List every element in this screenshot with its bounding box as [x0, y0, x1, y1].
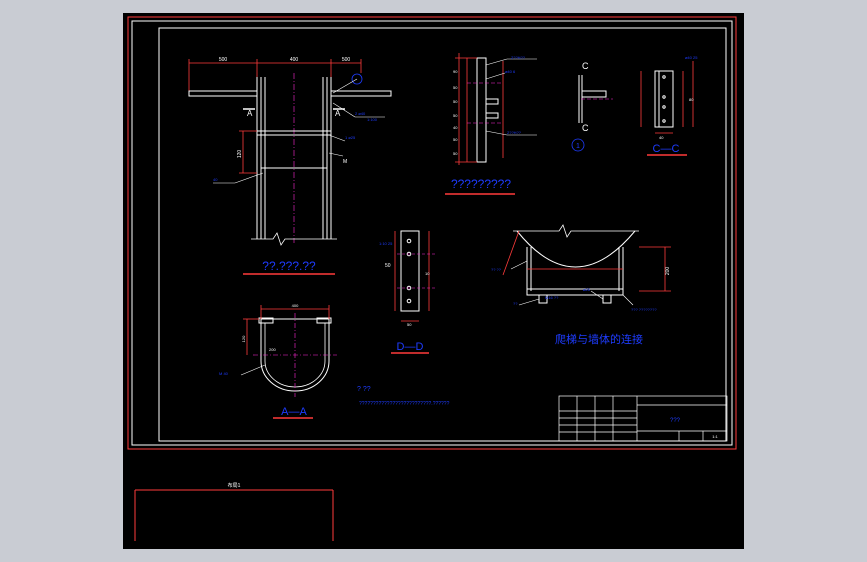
drawing-notes: ? ?? ??????????????????????????.?????? — [357, 386, 450, 407]
side-detail-outline — [476, 57, 499, 163]
section-aa-leader — [240, 364, 266, 376]
side-dim-1: 90 — [453, 69, 458, 74]
connection-ladder-arc — [516, 230, 636, 268]
elevation-callout-3: 1 ⌀25 — [345, 135, 356, 140]
section-aa-dims — [243, 305, 330, 355]
side-dim-3: 50 — [453, 99, 458, 104]
section-aa-view[interactable]: 400 120 M 40 200 A—A — [219, 303, 337, 419]
section-mark-a-right: A — [335, 109, 341, 118]
section-aa-dim-top: 400 — [292, 303, 299, 308]
elevation-view[interactable]: 500 400 500 120 A A 2 ⌀40 1:100 1 ⌀25 40… — [188, 57, 392, 275]
notes-heading: ? ?? — [357, 386, 371, 393]
section-cc-dims — [640, 61, 694, 134]
section-dd-dim-2: 10 — [425, 271, 430, 276]
connection-dims — [502, 230, 671, 292]
section-cc-label: ⌀40 25 — [685, 55, 698, 60]
section-dd-view[interactable]: 1:10 25 50 10 50 D—D — [379, 230, 435, 354]
section-c-mark-top: C — [582, 61, 589, 71]
elevation-dim-1: 500 — [219, 57, 228, 63]
section-c-view[interactable]: C C 1 — [571, 61, 613, 152]
notes-body: ??????????????????????????.?????? — [359, 401, 450, 407]
side-dim-7: 50 — [453, 151, 458, 156]
layout-tab[interactable]: 布局1 — [134, 482, 334, 541]
section-cc-caption: C—C — [653, 143, 680, 155]
side-dim-2: 50 — [453, 85, 458, 90]
connection-label-4: ?? — [513, 301, 518, 306]
side-detail-dimensions — [455, 53, 504, 165]
side-detail-caption: ????????? — [451, 177, 511, 191]
elevation-callout-4: 40 — [213, 177, 218, 182]
section-dd-dim-1: 50 — [385, 263, 391, 269]
section-aa-callout: M 40 — [219, 371, 229, 376]
side-label-1: 2??H?? — [511, 55, 526, 60]
elevation-callout-2: 1:100 — [367, 117, 378, 122]
section-dd-label: 1:10 25 — [379, 241, 393, 246]
section-aa-inner-label: 200 — [269, 347, 276, 352]
elevation-side-dim: 120 — [237, 150, 243, 159]
elevation-arms — [188, 90, 392, 97]
elevation-dim-3: 500 — [342, 57, 351, 63]
elevation-top-dimensions — [188, 59, 362, 93]
side-label-3: 2??H?? — [507, 130, 522, 135]
side-dim-5: 40 — [453, 125, 458, 130]
side-label-2: ⌀40 6 — [505, 69, 516, 74]
connection-label-3: ⌀25 — [583, 287, 591, 292]
title-block[interactable] — [558, 395, 728, 442]
side-detail-view[interactable]: 90 50 50 50 40 50 50 2??H?? ⌀40 6 2??H??… — [445, 53, 537, 195]
section-c-detail-no: 1 — [576, 143, 580, 150]
side-dim-4: 50 — [453, 113, 458, 118]
connection-dim-right: 200 — [665, 267, 671, 276]
elevation-break-line — [251, 232, 337, 246]
section-cc-outline — [654, 70, 674, 128]
elevation-callout-5: M — [343, 159, 347, 165]
cad-viewport[interactable]: 500 400 500 120 A A 2 ⌀40 1:100 1 ⌀25 40… — [123, 13, 744, 549]
connection-break-line — [513, 224, 639, 238]
sheet-border — [127, 16, 737, 450]
section-c-mark-bottom: C — [582, 123, 589, 133]
section-aa-caption: A—A — [281, 406, 307, 418]
title-block-scale: 1:1 — [712, 434, 718, 439]
section-aa-dim-left: 120 — [241, 335, 246, 342]
connection-detail-view[interactable]: 200 ?? ?? M16 ?? ⌀25 ?? ??? ???????? 爬梯与… — [491, 224, 671, 346]
section-cc-dim-1: 80 — [689, 97, 694, 102]
connection-label-5: ??? ???????? — [631, 307, 657, 312]
section-cc-dim-2: 40 — [659, 135, 664, 140]
section-aa-centerlines — [253, 313, 337, 397]
title-block-name: ??? — [670, 418, 681, 424]
elevation-caption: ??.???.?? — [262, 259, 316, 273]
connection-caption: 爬梯与墙体的连接 — [555, 332, 643, 346]
connection-label-1: ?? ?? — [491, 267, 502, 272]
section-dd-dim-bottom: 50 — [407, 322, 412, 327]
layout-tab-label: 布局1 — [228, 482, 241, 489]
side-dim-6: 50 — [453, 137, 458, 142]
connection-leaders — [510, 260, 634, 306]
section-cc-view[interactable]: 80 40 ⌀40 25 C—C — [640, 55, 698, 156]
elevation-dim-2: 400 — [290, 57, 299, 63]
section-dd-caption: D—D — [397, 341, 424, 353]
elevation-callout-1: 2 ⌀40 — [355, 111, 366, 116]
section-dd-dims — [394, 231, 430, 322]
connection-label-2: M16 ?? — [545, 295, 559, 300]
section-mark-a-left: A — [247, 109, 253, 118]
section-dd-plate — [400, 230, 420, 312]
